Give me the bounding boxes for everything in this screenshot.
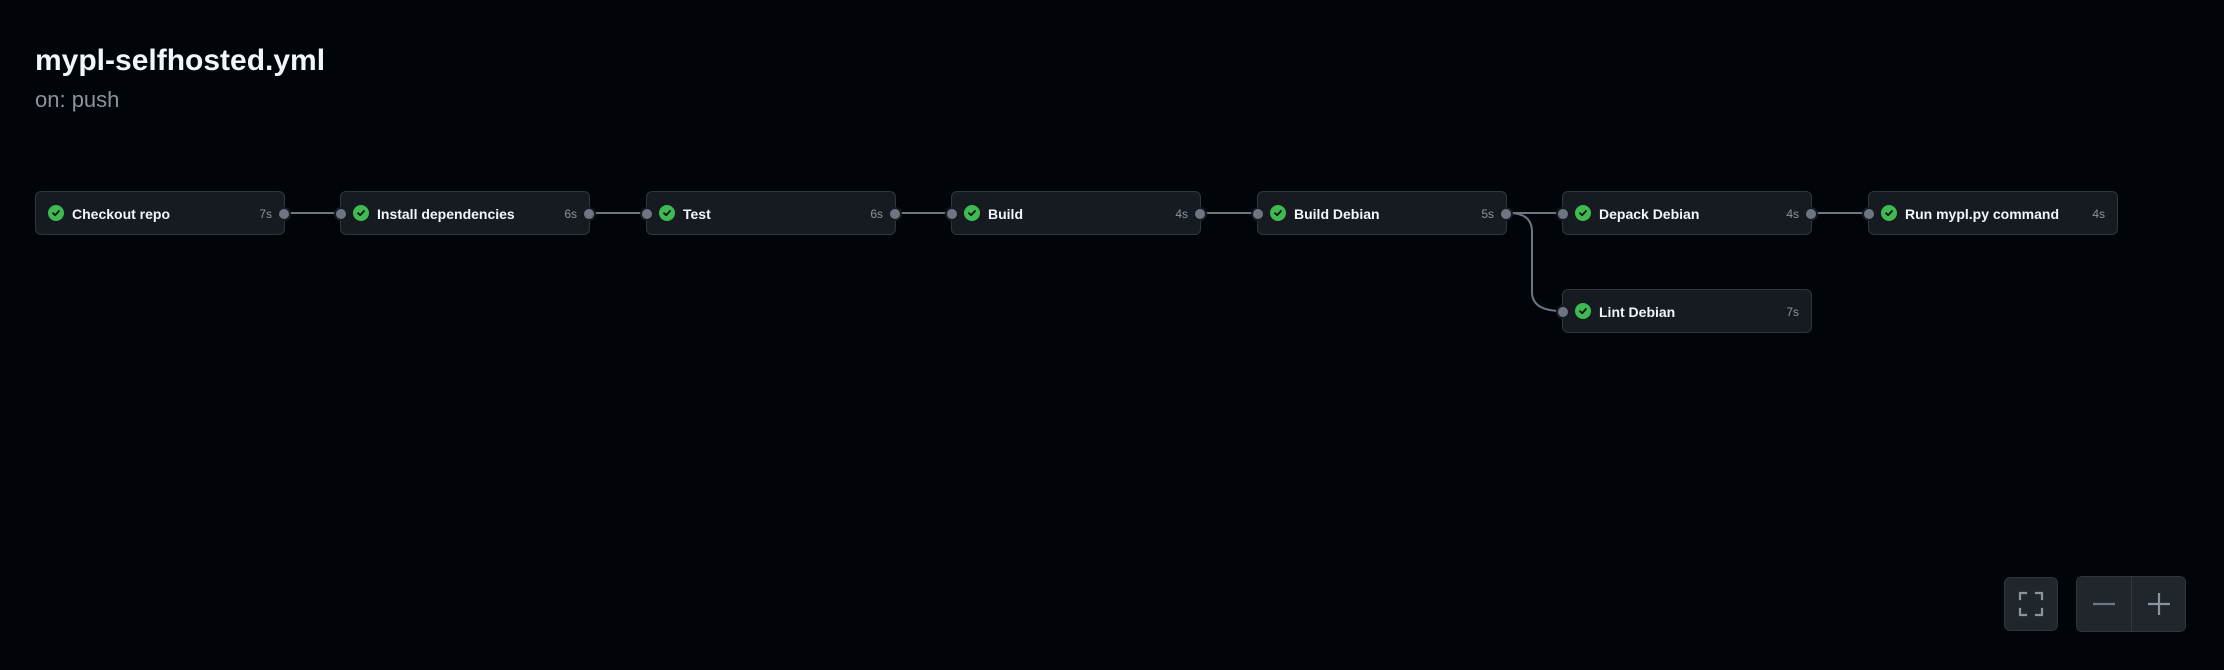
output-port: [888, 207, 902, 221]
output-port: [1193, 207, 1207, 221]
success-check-icon: [48, 205, 64, 221]
zoom-out-button[interactable]: [2077, 577, 2131, 631]
job-duration: 6s: [870, 207, 883, 221]
input-port: [334, 207, 348, 221]
success-check-icon: [1881, 205, 1897, 221]
input-port: [1556, 305, 1570, 319]
job-build-debian[interactable]: Build Debian 5s: [1251, 191, 1513, 235]
job-name: Build Debian: [1294, 206, 1380, 222]
job-lint-debian[interactable]: Lint Debian 7s: [1556, 289, 1812, 333]
input-port: [640, 207, 654, 221]
job-duration: 4s: [1175, 207, 1188, 221]
job-name: Install dependencies: [377, 206, 515, 222]
job-duration: 4s: [2092, 207, 2105, 221]
job-name: Checkout repo: [72, 206, 171, 222]
job-duration: 4s: [1786, 207, 1799, 221]
success-check-icon: [353, 205, 369, 221]
job-run-mypl-command[interactable]: Run mypl.py command 4s: [1862, 191, 2118, 235]
input-port: [1862, 207, 1876, 221]
fullscreen-icon: [2018, 591, 2044, 617]
job-duration: 7s: [1786, 305, 1799, 319]
job-name: Depack Debian: [1599, 206, 1700, 222]
input-port: [1556, 207, 1570, 221]
success-check-icon: [1575, 205, 1591, 221]
success-check-icon: [1270, 205, 1286, 221]
job-duration: 7s: [259, 207, 272, 221]
job-install-dependencies[interactable]: Install dependencies 6s: [334, 191, 596, 235]
job-name: Build: [988, 206, 1023, 222]
output-port: [277, 207, 291, 221]
workflow-graph: Checkout repo 7s Install dependencies 6s…: [0, 0, 2224, 670]
job-name: Test: [683, 206, 711, 222]
output-port: [582, 207, 596, 221]
zoom-in-button[interactable]: [2131, 577, 2185, 631]
output-port: [1499, 207, 1513, 221]
zoom-button-group: [2076, 576, 2186, 632]
graph-controls: [2004, 576, 2186, 632]
plus-icon: [2147, 593, 2170, 615]
fit-to-screen-button[interactable]: [2004, 577, 2058, 631]
job-duration: 6s: [564, 207, 577, 221]
job-duration: 5s: [1481, 207, 1494, 221]
job-connectors: [286, 212, 1868, 312]
input-port: [945, 207, 959, 221]
job-checkout-repo[interactable]: Checkout repo 7s: [35, 191, 291, 235]
job-test[interactable]: Test 6s: [640, 191, 902, 235]
input-port: [1251, 207, 1265, 221]
success-check-icon: [1575, 303, 1591, 319]
job-name: Run mypl.py command: [1905, 206, 2060, 222]
job-depack-debian[interactable]: Depack Debian 4s: [1556, 191, 1818, 235]
output-port: [1804, 207, 1818, 221]
job-build[interactable]: Build 4s: [945, 191, 1207, 235]
success-check-icon: [964, 205, 980, 221]
minus-icon: [2093, 602, 2115, 606]
connector-builddebian-lint: [1508, 212, 1563, 312]
job-name: Lint Debian: [1599, 304, 1676, 320]
success-check-icon: [659, 205, 675, 221]
